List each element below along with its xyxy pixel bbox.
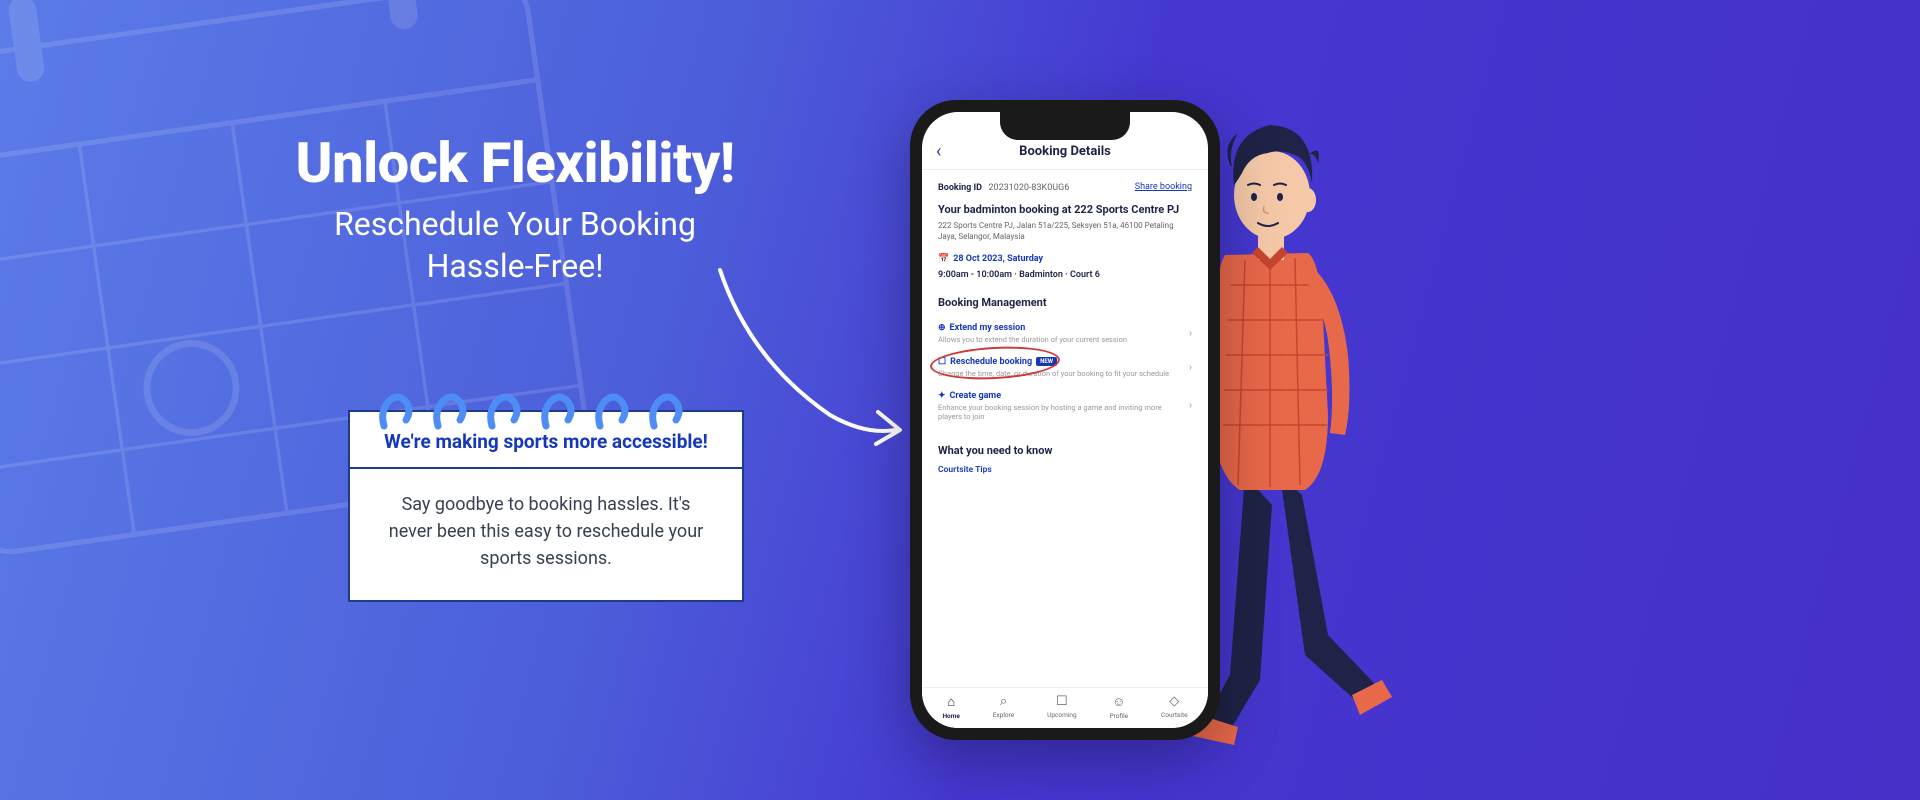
pin-icon: ◇ [1169,694,1179,709]
phone-notch [1000,112,1130,140]
booking-management-title: Booking Management [938,296,1192,309]
new-badge: NEW [1036,357,1057,366]
tips-label: Courtsite Tips [938,465,1192,475]
notepad-card: We're making sports more accessible! Say… [348,390,744,602]
nav-profile[interactable]: ☺ Profile [1110,694,1129,720]
calendar-nav-icon: ☐ [1056,694,1068,709]
notepad-body: Say goodbye to booking hassles. It's nev… [350,469,742,600]
chevron-right-icon: › [1189,328,1192,339]
profile-icon: ☺ [1112,694,1125,710]
bottom-nav: ⌂ Home ⌕ Explore ☐ Upcoming ☺ Profile ◇ … [922,687,1208,728]
booking-address: 222 Sports Centre PJ, Jalan 51a/225, Sek… [938,221,1192,242]
booking-title: Your badminton booking at 222 Sports Cen… [938,203,1192,217]
nav-home[interactable]: ⌂ Home [942,694,959,720]
game-icon: ✦ [938,391,946,401]
share-booking-link[interactable]: Share booking [1135,182,1192,193]
home-icon: ⌂ [947,694,955,710]
arrow-decoration [700,260,920,460]
nav-upcoming[interactable]: ☐ Upcoming [1047,694,1077,720]
booking-id-row: Booking ID 20231020-83K0UG6 Share bookin… [938,182,1192,193]
calendar-icon: 📅 [938,254,949,264]
booking-id-value: 20231020-83K0UG6 [988,183,1069,193]
phone-mockup: ‹ Booking Details Booking ID 20231020-83… [910,100,1220,740]
clock-icon: ⊕ [938,323,946,333]
app-header-title: Booking Details [1019,144,1111,159]
booking-date: 📅 28 Oct 2023, Saturday [938,254,1192,264]
search-icon: ⌕ [1000,694,1007,709]
know-section-title: What you need to know [938,444,1192,457]
chevron-right-icon: › [1189,362,1192,373]
notepad-rings-decoration [348,390,744,430]
phone-screen: ‹ Booking Details Booking ID 20231020-83… [922,112,1208,728]
booking-time-slot: 9:00am - 10:00am · Badminton · Court 6 [938,270,1192,280]
hero-headline: Unlock Flexibility! [240,130,790,196]
management-item-extend[interactable]: ⊕ Extend my session Allows you to extend… [938,317,1192,351]
calendar-edit-icon: ☐ [938,357,946,367]
nav-explore[interactable]: ⌕ Explore [993,694,1014,720]
booking-id-label: Booking ID [938,183,982,193]
notepad-body-container: We're making sports more accessible! Say… [348,410,744,602]
back-icon[interactable]: ‹ [936,141,941,162]
management-item-reschedule[interactable]: ☐ Reschedule booking NEW Change the time… [938,351,1192,385]
management-item-create-game[interactable]: ✦ Create game Enhance your booking sessi… [938,385,1192,429]
nav-courtsite[interactable]: ◇ Courtsite [1161,694,1188,720]
chevron-right-icon: › [1189,401,1192,412]
